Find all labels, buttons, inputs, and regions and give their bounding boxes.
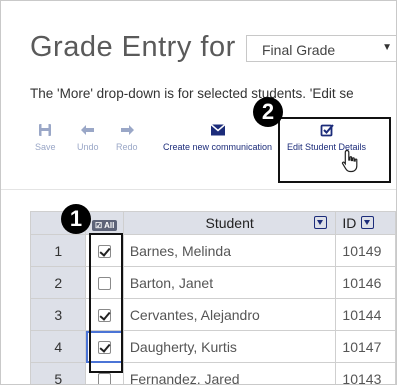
row-number: 3: [29, 298, 87, 331]
table-row: 5 Fernandez, Jared 10143: [29, 362, 396, 384]
grade-select-value: Final Grade: [262, 42, 336, 58]
sort-filter-icon[interactable]: [361, 216, 375, 229]
save-icon: [39, 124, 52, 136]
id-header-label: ID: [342, 215, 357, 231]
select-all-label: All: [104, 221, 115, 230]
student-name[interactable]: Fernandez, Jared: [122, 362, 337, 384]
save-button[interactable]: Save: [35, 123, 56, 152]
student-column-header[interactable]: Student: [122, 211, 337, 235]
row-checkbox[interactable]: [98, 373, 112, 384]
undo-button[interactable]: Undo: [77, 123, 99, 152]
grade-entry-panel: Grade Entry for Final Grade ▼ The 'More'…: [0, 0, 397, 385]
student-header-label: Student: [205, 215, 254, 231]
edit-details-callout-box: [278, 117, 391, 183]
redo-label: Redo: [116, 142, 138, 152]
table-row: 4 Daugherty, Kurtis 10147: [29, 330, 396, 363]
row-number: 4: [29, 330, 87, 363]
create-communication-label: Create new communication: [163, 142, 273, 152]
callout-badge-1: 1: [61, 204, 91, 234]
redo-button[interactable]: Redo: [116, 123, 138, 152]
student-name[interactable]: Barnes, Melinda: [122, 234, 337, 267]
select-all-header[interactable]: ☑ All: [85, 211, 124, 235]
row-number: 1: [29, 234, 87, 267]
table-row: 1 Barnes, Melinda 10149: [29, 234, 396, 267]
undo-label: Undo: [77, 142, 99, 152]
chevron-down-icon: ▼: [382, 42, 392, 53]
student-grid: ☑ All Student ID 1 Barnes, Melinda 10149…: [29, 211, 396, 384]
callout-badge-2: 2: [253, 97, 283, 127]
save-label: Save: [35, 142, 56, 152]
grade-select[interactable]: Final Grade ▼: [246, 35, 396, 62]
checkbox-column-callout-box: [89, 233, 123, 373]
student-id: 10149: [335, 234, 396, 267]
row-number: 5: [29, 362, 87, 384]
student-name[interactable]: Cervantes, Alejandro: [122, 298, 337, 331]
student-name[interactable]: Daugherty, Kurtis: [122, 330, 337, 363]
info-text: The 'More' drop-down is for selected stu…: [30, 86, 354, 101]
id-column-header[interactable]: ID: [335, 211, 396, 235]
select-all-chip[interactable]: ☑ All: [91, 220, 118, 231]
table-row: 2 Barton, Janet 10146: [29, 266, 396, 299]
row-number: 2: [29, 266, 87, 299]
section-divider: [1, 189, 396, 190]
undo-icon: [80, 125, 94, 135]
page-title: Grade Entry for: [30, 31, 236, 63]
student-name[interactable]: Barton, Janet: [122, 266, 337, 299]
redo-icon: [120, 125, 134, 135]
create-communication-button[interactable]: Create new communication: [163, 123, 272, 152]
student-id: 10147: [335, 330, 396, 363]
student-id: 10143: [335, 362, 396, 384]
student-id: 10146: [335, 266, 396, 299]
sort-filter-icon[interactable]: [314, 216, 328, 229]
table-row: 3 Cervantes, Alejandro 10144: [29, 298, 396, 331]
student-id: 10144: [335, 298, 396, 331]
envelope-icon: [210, 123, 226, 136]
